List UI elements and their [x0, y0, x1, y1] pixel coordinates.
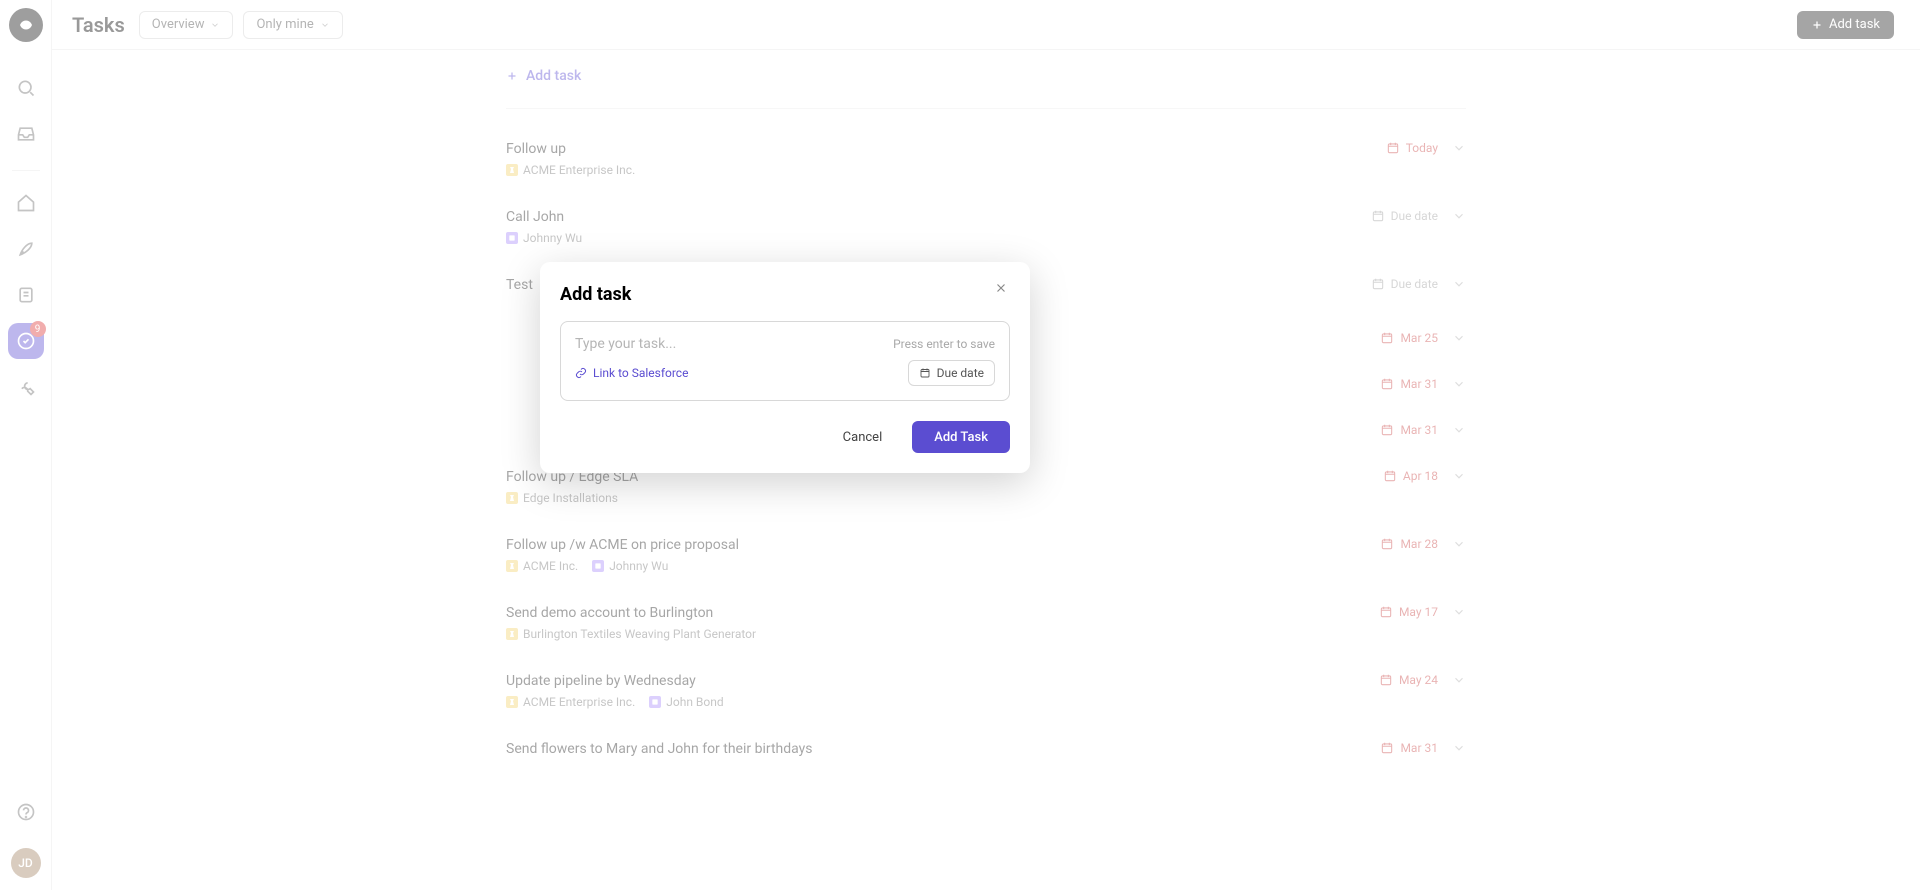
add-task-modal: Add task Press enter to save Link to Sal… — [540, 262, 1030, 473]
input-hint: Press enter to save — [893, 337, 995, 351]
modal-input-box: Press enter to save Link to Salesforce D… — [560, 321, 1010, 401]
close-icon — [994, 281, 1008, 295]
cancel-button[interactable]: Cancel — [825, 421, 901, 453]
due-date-select[interactable]: Due date — [908, 360, 995, 386]
link-icon — [575, 367, 587, 379]
task-input[interactable] — [575, 336, 893, 352]
modal-close-button[interactable] — [994, 280, 1012, 298]
calendar-icon — [919, 367, 931, 379]
link-salesforce-label: Link to Salesforce — [593, 366, 688, 380]
link-salesforce[interactable]: Link to Salesforce — [575, 366, 688, 380]
modal-title: Add task — [560, 284, 1010, 305]
due-date-label: Due date — [937, 366, 984, 380]
confirm-add-task-button[interactable]: Add Task — [912, 421, 1010, 453]
